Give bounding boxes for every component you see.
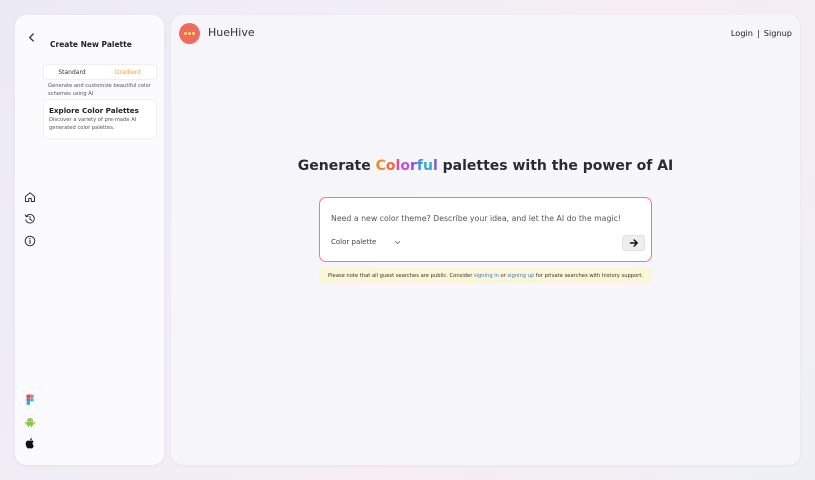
brand-logo[interactable] [179, 23, 200, 44]
explore-palettes-title: Explore Color Palettes [49, 106, 139, 115]
create-palette-description: Generate and customize beautiful color s… [48, 83, 151, 97]
logo-dot-icon [188, 32, 191, 35]
hero-headline: Generate Colorful palettes with the powe… [171, 158, 800, 174]
create-palette-title: Create New Palette [50, 40, 132, 49]
palette-type-select[interactable]: Color palette [331, 238, 401, 246]
android-button[interactable] [23, 415, 36, 428]
hero-colorful-letter: u [422, 158, 433, 174]
hero-suffix: palettes with the power of AI [437, 158, 674, 174]
arrow-right-icon [629, 239, 638, 247]
signup-link[interactable]: Signup [764, 28, 792, 38]
back-button[interactable] [23, 28, 39, 46]
guest-search-notice: Please note that all guest searches are … [319, 268, 652, 283]
palette-type-toggle: Standard Gradient [44, 65, 156, 79]
sidebar: Create New Palette Standard Gradient Gen… [15, 15, 164, 465]
history-button[interactable] [23, 212, 36, 225]
tab-standard[interactable]: Standard [44, 65, 100, 79]
info-icon [24, 235, 35, 246]
chevron-left-icon [28, 32, 34, 42]
prompt-box: Color palette [319, 197, 652, 262]
notice-text-middle: or [500, 272, 506, 279]
auth-separator: | [756, 28, 760, 38]
android-icon [24, 417, 35, 427]
figma-button[interactable] [23, 393, 36, 406]
hero-colorful-letter: r [409, 158, 417, 174]
explore-palettes-description: Discover a variety of pre-made AI genera… [49, 117, 137, 131]
palette-type-select-value: Color palette [331, 238, 377, 246]
sign-in-link[interactable]: signing in [474, 273, 499, 279]
hero-colorful-letter: C [375, 158, 386, 174]
hero-colorful-letter: o [385, 158, 396, 174]
notice-text-after: for private searches with history suppor… [535, 272, 644, 279]
hero-colorful-word: Colorful [376, 158, 438, 174]
auth-links: Login | Signup [731, 28, 792, 38]
sign-up-link[interactable]: signing up [507, 273, 534, 279]
home-button[interactable] [23, 190, 36, 203]
chevron-down-icon [395, 240, 401, 244]
apple-icon [25, 437, 34, 448]
apple-button[interactable] [23, 436, 36, 449]
palette-type-section: Standard Gradient Generate and customize… [44, 57, 156, 98]
create-palette-card: Create New Palette [44, 37, 158, 49]
brand-name[interactable]: HueHive [208, 26, 255, 39]
info-button[interactable] [23, 234, 36, 247]
explore-palettes-card[interactable]: Explore Color Palettes Discover a variet… [44, 100, 156, 138]
hero-prefix: Generate [297, 158, 376, 174]
generate-button[interactable] [622, 235, 645, 251]
prompt-input[interactable] [331, 214, 631, 223]
logo-dot-icon [192, 32, 195, 35]
tab-gradient[interactable]: Gradient [100, 65, 156, 79]
hero-colorful-letter: o [400, 158, 410, 174]
home-icon [24, 191, 35, 202]
history-icon [24, 213, 35, 223]
figma-icon [25, 394, 34, 405]
logo-dot-icon [184, 32, 187, 35]
main-panel: HueHive Login | Signup Generate Colorful… [171, 15, 800, 465]
notice-text-before: Please note that all guest searches are … [327, 272, 473, 279]
login-link[interactable]: Login [731, 28, 753, 38]
